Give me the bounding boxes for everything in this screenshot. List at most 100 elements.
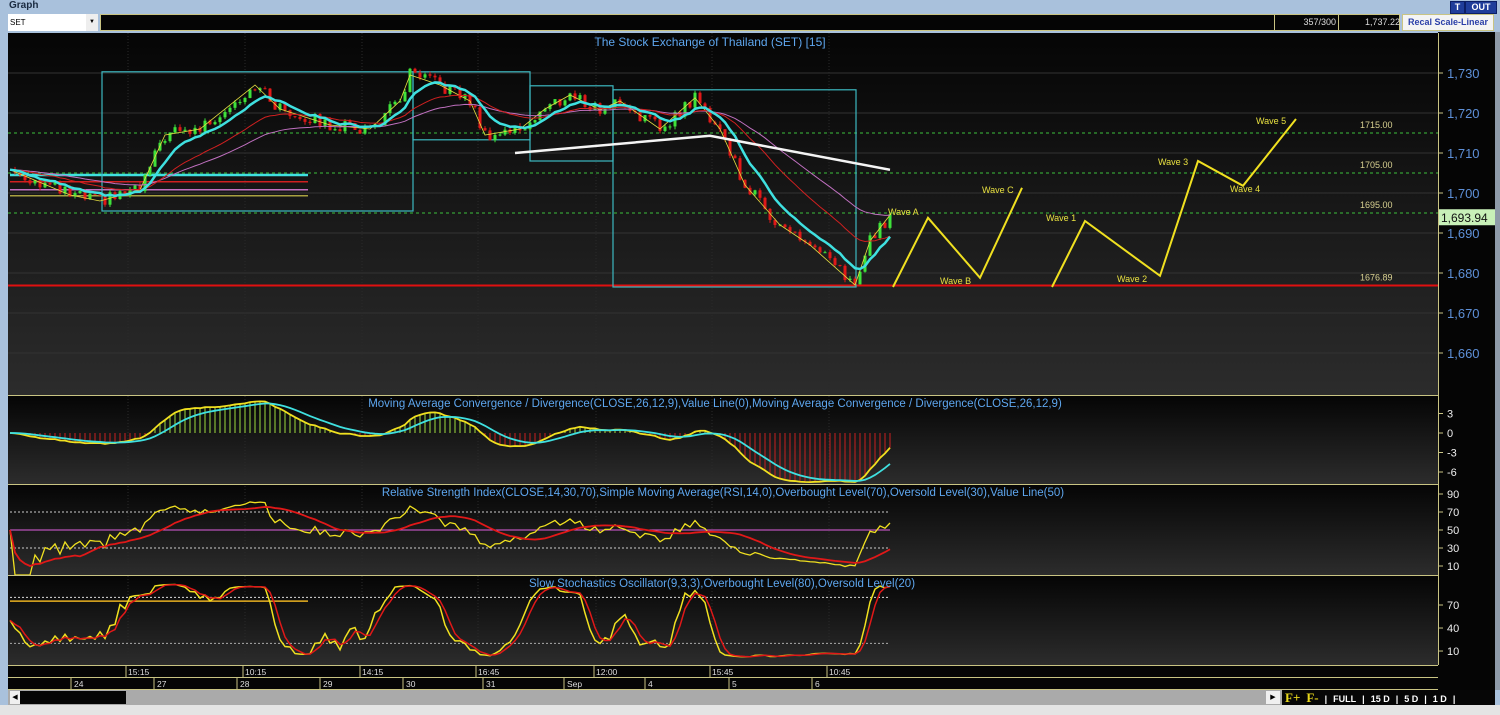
candle — [578, 95, 582, 100]
indicator-tick-label: 90 — [1447, 489, 1459, 501]
horizontal-scrollbar[interactable]: ◀ ▶ — [8, 690, 1495, 705]
indicator-tick-label: 10 — [1447, 646, 1459, 658]
date-label: 28 — [240, 679, 250, 689]
time-label: 16:45 — [478, 667, 500, 677]
candle — [253, 89, 257, 91]
candle — [878, 222, 882, 239]
candle — [838, 264, 842, 266]
macd-title: Moving Average Convergence / Divergence(… — [368, 398, 1062, 410]
candle — [393, 101, 397, 105]
candle — [638, 112, 642, 122]
candle — [408, 68, 412, 92]
candle — [218, 117, 222, 123]
wave-label: Wave A — [888, 207, 919, 217]
scroll-right-arrow-icon[interactable]: ▶ — [1266, 691, 1280, 704]
candle — [753, 190, 757, 195]
candle — [288, 110, 292, 117]
indicator-tick-label: 50 — [1447, 525, 1459, 537]
candle — [333, 129, 337, 131]
candle — [293, 116, 297, 118]
level-label: 1715.00 — [1360, 120, 1393, 130]
price-tick-label: 1,680 — [1447, 266, 1480, 281]
candle — [28, 180, 32, 184]
candle — [783, 224, 787, 228]
candle — [648, 115, 652, 117]
candle — [228, 107, 232, 113]
candle — [248, 89, 252, 98]
price-tick-label: 1,670 — [1447, 306, 1480, 321]
wave-label: Wave 2 — [1117, 274, 1147, 284]
rsi-title: Relative Strength Index(CLOSE,14,30,70),… — [382, 487, 1064, 499]
candle — [663, 126, 667, 131]
wave-label: Wave 1 — [1046, 213, 1076, 223]
indicator-tick-label: 0 — [1447, 428, 1453, 440]
time-label: 12:00 — [596, 667, 618, 677]
candle — [323, 119, 327, 126]
candle — [483, 128, 487, 131]
zoom-in-button[interactable]: F+ — [1285, 690, 1300, 705]
price-tick-label: 1,730 — [1447, 66, 1480, 81]
date-label: 31 — [486, 679, 496, 689]
candle — [263, 88, 267, 90]
date-label: 29 — [323, 679, 333, 689]
candle — [883, 222, 887, 228]
candle — [583, 95, 587, 108]
wave-label: Wave 3 — [1158, 157, 1188, 167]
candle — [358, 129, 362, 134]
candle — [423, 74, 427, 78]
time-label: 15:15 — [128, 667, 150, 677]
price-tick-label: 1,700 — [1447, 186, 1480, 201]
indicator-tick-label: -3 — [1447, 448, 1457, 460]
scrollbar-thumb[interactable] — [20, 691, 126, 704]
candle — [533, 120, 537, 123]
time-label: 10:45 — [829, 667, 851, 677]
candle — [653, 116, 657, 120]
candle — [563, 100, 567, 106]
candle — [163, 141, 167, 143]
candle — [698, 92, 702, 104]
candle — [478, 107, 482, 129]
candle — [813, 245, 817, 248]
indicator-tick-label: 3 — [1447, 409, 1453, 421]
indicator-tick-label: 30 — [1447, 543, 1459, 555]
chart-area[interactable]: 1715.00 1705.00 1695.00 1676.89 Wave A Wave B… — [0, 0, 1500, 690]
candle — [523, 129, 527, 131]
candle — [298, 116, 302, 120]
wave-label: Wave 5 — [1256, 116, 1286, 126]
candle — [758, 190, 762, 198]
candle — [38, 180, 42, 188]
candle — [183, 129, 187, 131]
candle — [668, 126, 672, 128]
candle — [413, 68, 417, 73]
candle — [338, 129, 342, 132]
wave-label: Wave B — [940, 276, 971, 286]
candle — [418, 72, 422, 78]
candle — [818, 247, 822, 253]
candle — [828, 252, 832, 259]
candle — [428, 74, 432, 76]
candle — [308, 121, 312, 124]
price-panel — [8, 33, 1438, 395]
wave-label: Wave C — [982, 185, 1014, 195]
time-label: 15:45 — [712, 667, 734, 677]
candle — [793, 231, 797, 233]
candle — [48, 182, 52, 185]
candle — [233, 102, 237, 108]
candle — [243, 97, 247, 103]
candle — [733, 155, 737, 159]
date-label: 5 — [732, 679, 737, 689]
scroll-left-arrow-icon[interactable]: ◀ — [10, 691, 20, 704]
candle — [78, 190, 82, 194]
candle — [488, 130, 492, 141]
candle — [473, 105, 477, 108]
candle — [193, 127, 197, 134]
candle — [823, 252, 827, 254]
indicator-tick-label: 10 — [1447, 561, 1459, 573]
date-label: 30 — [406, 679, 416, 689]
date-label: Sep — [567, 679, 582, 689]
zoom-out-button[interactable]: F- — [1306, 690, 1318, 705]
candle — [493, 134, 497, 141]
candle — [568, 93, 572, 101]
date-label: 6 — [815, 679, 820, 689]
candle — [498, 134, 502, 136]
